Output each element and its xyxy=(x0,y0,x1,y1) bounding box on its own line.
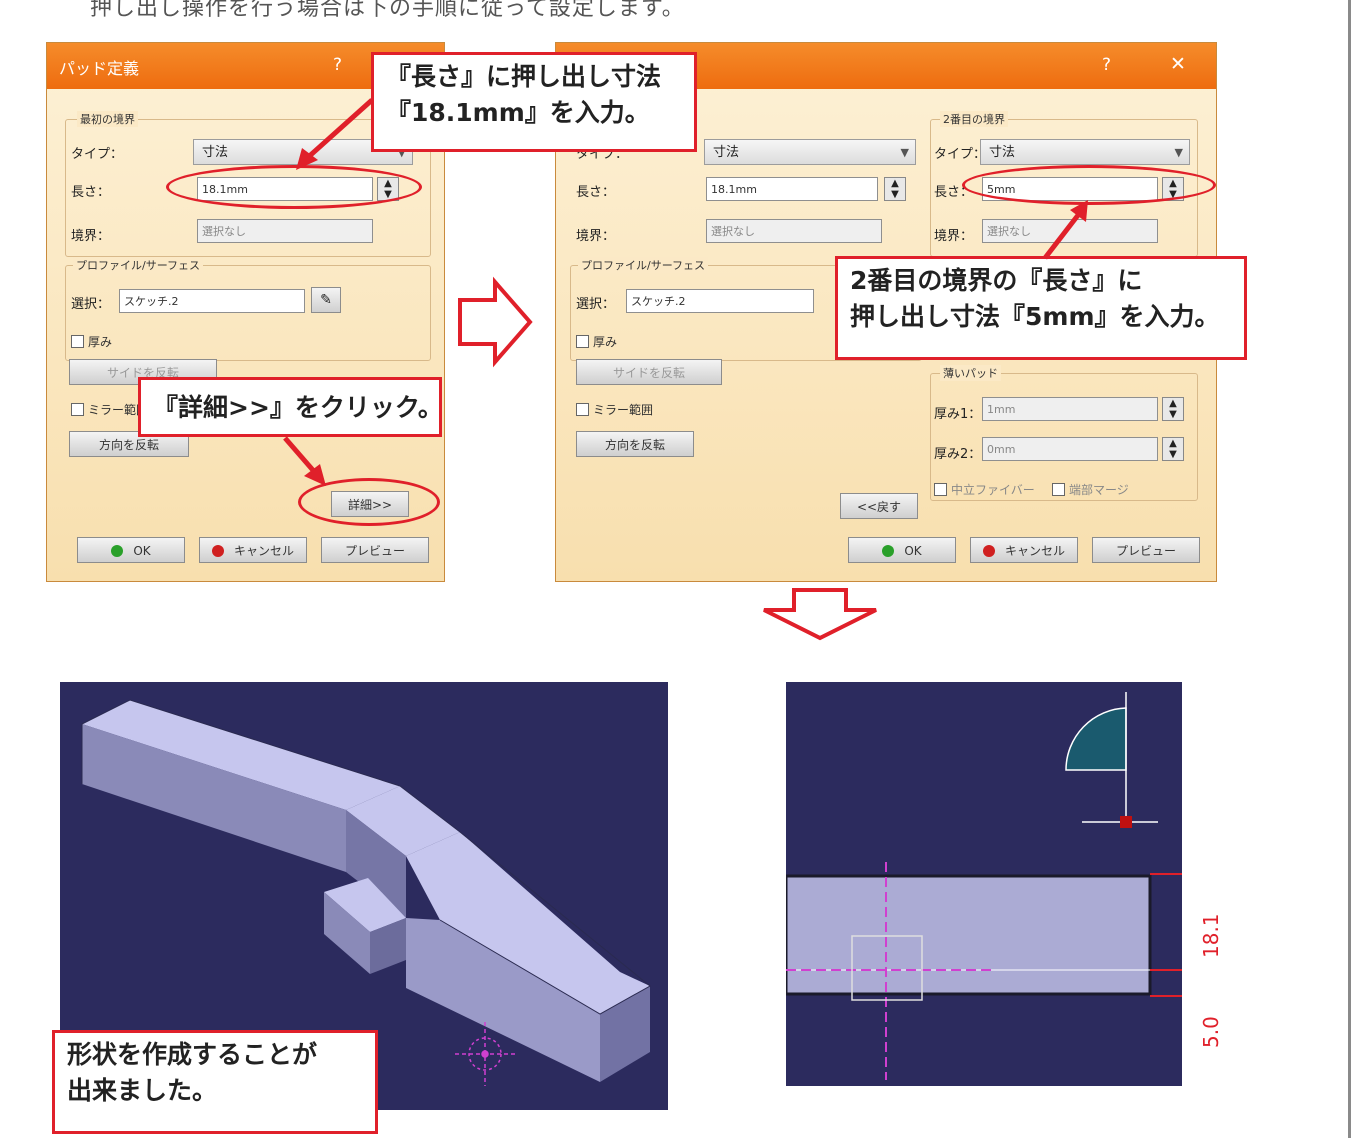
dimension-5-0: 5.0 xyxy=(1199,1016,1223,1048)
dimension-18-1: 18.1 xyxy=(1199,913,1223,958)
dimension-labels: 18.1 5.0 xyxy=(1199,913,1223,1048)
